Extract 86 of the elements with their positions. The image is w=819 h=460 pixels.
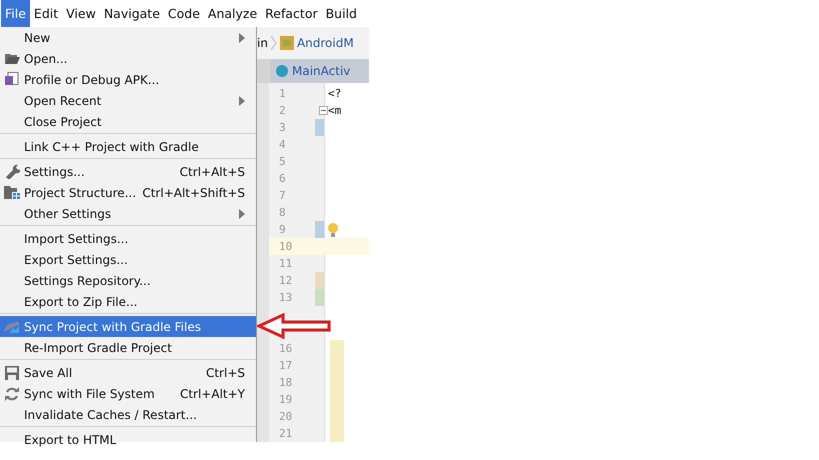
menu-bar-item[interactable]: Edit xyxy=(30,0,62,27)
line-number: 16 xyxy=(278,342,294,355)
menu-item-label: Open Recent xyxy=(24,94,102,108)
line-number: 1 xyxy=(278,87,287,100)
menu-item-label: Invalidate Caches / Restart... xyxy=(24,408,198,422)
folder-icon xyxy=(4,53,20,64)
save-icon xyxy=(5,366,19,380)
menu-bar-item[interactable]: Navigate xyxy=(100,0,164,27)
menu-item[interactable]: Export to HTML xyxy=(0,429,256,450)
line-number: 8 xyxy=(278,206,287,219)
class-icon xyxy=(276,65,288,77)
menu-item-label: Sync Project with Gradle Files xyxy=(24,320,202,334)
line-number: 3 xyxy=(278,121,287,134)
line-number: 17 xyxy=(278,359,294,372)
menu-item-label: Import Settings... xyxy=(24,232,130,246)
menu-item[interactable]: Close Project xyxy=(0,111,256,132)
menu-item[interactable]: New xyxy=(0,27,256,48)
breadcrumb-segment[interactable]: in xyxy=(257,36,268,50)
menu-item-label: Open... xyxy=(24,52,68,66)
editor-tab[interactable]: MainActiv xyxy=(270,59,369,83)
menu-item-label: Profile or Debug APK... xyxy=(24,72,160,86)
shortcut-label: Ctrl+Alt+Y xyxy=(180,386,245,400)
menu-item[interactable]: Export Settings... xyxy=(0,249,256,270)
menu-item-label: Re-Import Gradle Project xyxy=(24,340,173,354)
menu-item-label: New xyxy=(24,30,52,44)
menu-item[interactable]: Export to Zip File... xyxy=(0,291,256,312)
line-number: 21 xyxy=(278,427,294,440)
menu-item[interactable]: Import Settings... xyxy=(0,228,256,249)
menu-item-label: Link C++ Project with Gradle xyxy=(24,140,200,154)
refresh-icon xyxy=(5,386,19,400)
menu-item[interactable]: Sync Project with Gradle Files xyxy=(0,316,256,337)
menu-item[interactable]: Settings Repository... xyxy=(0,270,256,291)
menu-item[interactable]: Save All Ctrl+S xyxy=(0,362,256,383)
menu-item[interactable]: Sync with File System Ctrl+Alt+Y xyxy=(0,383,256,404)
line-number: 13 xyxy=(278,291,294,304)
code-text: <m xyxy=(328,104,342,117)
menu-bar-item[interactable]: Refactor xyxy=(261,0,322,27)
menu-bar-item[interactable]: Analyze xyxy=(204,0,262,27)
line-number: 18 xyxy=(278,376,294,389)
menu-item-label: Export to Zip File... xyxy=(24,294,138,308)
code-text: <? xyxy=(328,87,342,100)
menu-item[interactable]: Invalidate Caches / Restart... xyxy=(0,404,256,425)
menu-item[interactable]: Profile or Debug APK... xyxy=(0,69,256,90)
line-number: 20 xyxy=(278,410,294,423)
menu-bar-item[interactable]: View xyxy=(62,0,100,27)
manifest-icon xyxy=(280,36,294,50)
menu-item-label: Export to HTML xyxy=(24,432,118,446)
menu-item[interactable]: Open Recent xyxy=(0,90,256,111)
line-number: 5 xyxy=(278,155,287,168)
arrow-icon xyxy=(257,313,331,339)
line-number: 19 xyxy=(278,393,294,406)
menu-item-label: Save All xyxy=(24,366,74,380)
menu-item[interactable]: Project Structure... Ctrl+Alt+Shift+S xyxy=(0,182,256,203)
line-number: 4 xyxy=(278,138,287,151)
menu-item-label: Export Settings... xyxy=(24,252,129,266)
menu-bar-item[interactable]: Code xyxy=(164,0,204,27)
line-number: 12 xyxy=(278,274,294,287)
scrollbar[interactable] xyxy=(257,83,269,442)
menu-item[interactable]: Other Settings xyxy=(0,203,256,224)
menu-item[interactable]: Link C++ Project with Gradle xyxy=(0,136,256,157)
line-number: 11 xyxy=(278,257,294,270)
shortcut-label: Ctrl+Alt+Shift+S xyxy=(142,186,245,200)
sync-icon xyxy=(3,320,21,332)
menu-item-label: Close Project xyxy=(24,114,103,128)
line-number: 9 xyxy=(278,223,287,236)
chevron-icon xyxy=(270,36,277,50)
document-icon xyxy=(5,72,19,87)
folder-icon xyxy=(4,186,20,199)
menu-item[interactable]: Settings... Ctrl+Alt+S xyxy=(0,161,256,182)
menu-bar-item[interactable]: File xyxy=(1,0,30,27)
wrench-icon xyxy=(4,164,20,179)
menu-item[interactable]: Open... xyxy=(0,48,256,69)
shortcut-label: Ctrl+S xyxy=(206,366,245,380)
menu-item-label: Settings... xyxy=(24,164,86,178)
menu-item[interactable]: Re-Import Gradle Project xyxy=(0,337,256,358)
breadcrumb-file[interactable]: AndroidM xyxy=(296,36,354,50)
shortcut-label: Ctrl+Alt+S xyxy=(180,164,245,178)
line-number: 6 xyxy=(278,172,287,185)
menu-item-label: Project Structure... xyxy=(24,186,138,200)
menu-item-label: Settings Repository... xyxy=(24,274,152,288)
line-number: 7 xyxy=(278,189,287,202)
menu-item-label: Sync with File System xyxy=(24,386,156,400)
line-number: 2 xyxy=(278,104,287,117)
line-number: 10 xyxy=(278,240,294,253)
menu-bar-item[interactable]: Build xyxy=(322,0,361,27)
menu-item-label: Other Settings xyxy=(24,206,112,220)
